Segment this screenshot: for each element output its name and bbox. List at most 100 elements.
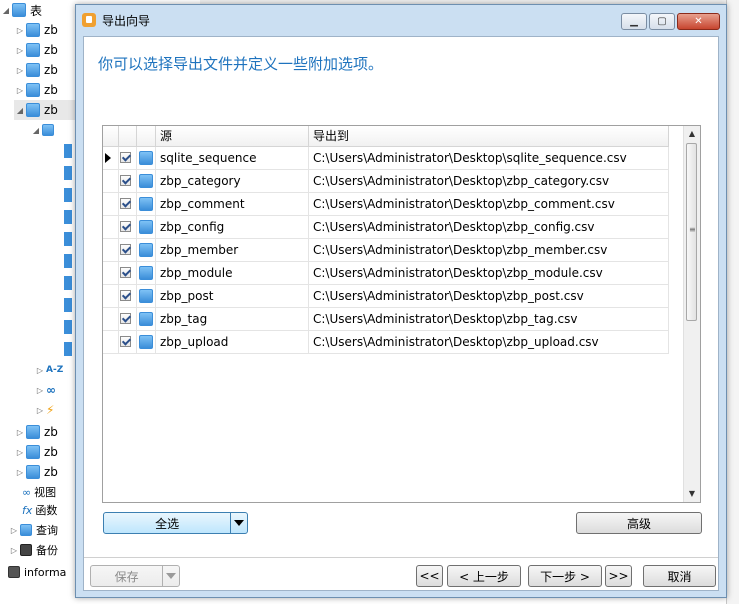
tree-queries-node[interactable]: ▷ 查询 [8,520,58,540]
expand-arrow-icon[interactable]: ▷ [14,86,26,95]
export-path-cell[interactable]: C:\Users\Administrator\Desktop\zbp_tag.c… [309,308,669,330]
expand-arrow-icon[interactable]: ▷ [14,428,26,437]
tree-columns-node[interactable]: ◢ [30,120,58,140]
expand-arrow-icon[interactable]: ▷ [34,366,46,375]
include-checkbox[interactable] [120,336,131,347]
include-checkbox[interactable] [120,313,131,324]
tree-information-node[interactable]: informa [8,562,66,582]
tree-table-item[interactable]: ▷ zb [14,40,58,60]
view-icon: ∞ [22,485,32,499]
tree-table-item[interactable]: ▷ zb [14,442,58,462]
include-checkbox[interactable] [120,152,131,163]
tree-table-item[interactable]: ▷ zb [14,60,58,80]
column-header-source[interactable]: 源 [156,126,309,146]
source-table-cell[interactable]: zbp_module [156,262,309,284]
previous-step-button[interactable]: < 上一步 [447,565,521,587]
include-checkbox[interactable] [120,290,131,301]
minimize-button[interactable]: ▁ [621,13,647,30]
tree-functions-node[interactable]: fx 函数 [22,500,57,520]
row-indicator-cell [103,285,119,307]
grid-header: 源 导出到 [103,126,669,147]
tree-foreign-key-node[interactable]: ▷ ∞ [34,380,56,400]
expand-arrow-icon[interactable]: ▷ [14,468,26,477]
tree-index-node[interactable]: ▷ A-Z [34,360,63,380]
export-path-cell[interactable]: C:\Users\Administrator\Desktop\zbp_modul… [309,262,669,284]
advanced-button[interactable]: 高级 [576,512,702,534]
source-table-cell[interactable]: sqlite_sequence [156,147,309,169]
source-table-cell[interactable]: zbp_comment [156,193,309,215]
source-table-cell[interactable]: zbp_post [156,285,309,307]
dialog-titlebar[interactable]: 导出向导 ▁ ▢ ✕ [76,5,726,35]
include-checkbox[interactable] [120,175,131,186]
scrollbar-thumb[interactable]: ≡ [686,143,697,321]
expand-arrow-icon[interactable]: ▷ [34,386,46,395]
tree-views-node[interactable]: ∞ 视图 [22,482,56,502]
source-table-cell[interactable]: zbp_member [156,239,309,261]
table-icon [139,197,153,211]
column-header-export-to[interactable]: 导出到 [309,126,669,146]
scroll-up-arrow-icon[interactable]: ▲ [684,126,700,142]
tree-backups-node[interactable]: ▷ 备份 [8,540,58,560]
include-checkbox[interactable] [120,267,131,278]
close-button[interactable]: ✕ [677,13,720,30]
cancel-button[interactable]: 取消 [643,565,716,587]
export-path-cell[interactable]: C:\Users\Administrator\Desktop\zbp_post.… [309,285,669,307]
collapse-arrow-icon[interactable]: ◢ [0,6,12,15]
scroll-down-arrow-icon[interactable]: ▼ [684,486,700,502]
select-all-split-button[interactable]: 全选 [103,512,248,534]
export-path-cell[interactable]: C:\Users\Administrator\Desktop\zbp_comme… [309,193,669,215]
table-row[interactable]: zbp_tag C:\Users\Administrator\Desktop\zb… [103,308,669,331]
maximize-icon: ▢ [657,16,667,27]
source-table-cell[interactable]: zbp_upload [156,331,309,353]
include-checkbox[interactable] [120,244,131,255]
expand-arrow-icon[interactable]: ▷ [8,546,20,555]
table-row[interactable]: zbp_category C:\Users\Administrator\Deskt… [103,170,669,193]
select-all-dropdown[interactable] [230,513,247,533]
maximize-button[interactable]: ▢ [649,13,675,30]
include-checkbox[interactable] [120,198,131,209]
source-table-cell[interactable]: zbp_category [156,170,309,192]
expand-arrow-icon[interactable]: ▷ [8,526,20,535]
table-row[interactable]: sqlite_sequence C:\Users\Administrator\De… [103,147,669,170]
save-button[interactable]: 保存 [91,568,162,585]
tree-table-item[interactable]: ▷ zb [14,20,58,40]
table-row[interactable]: zbp_post C:\Users\Administrator\Desktop\z… [103,285,669,308]
table-row[interactable]: zbp_config C:\Users\Administrator\Desktop… [103,216,669,239]
tree-trigger-node[interactable]: ▷ ⚡ [34,400,55,420]
source-table-cell[interactable]: zbp_config [156,216,309,238]
export-path-cell[interactable]: C:\Users\Administrator\Desktop\zbp_membe… [309,239,669,261]
column-icon [64,166,72,180]
tree-table-item[interactable]: ▷ zb [14,422,58,442]
export-path-cell[interactable]: C:\Users\Administrator\Desktop\zbp_confi… [309,216,669,238]
tree-table-item[interactable]: ▷ zb [14,462,58,482]
expand-arrow-icon[interactable]: ▷ [14,46,26,55]
next-step-button[interactable]: 下一步 > [528,565,602,587]
table-row[interactable]: zbp_member C:\Users\Administrator\Desktop… [103,239,669,262]
collapse-arrow-icon[interactable]: ◢ [30,126,42,135]
last-step-button[interactable]: >> [605,565,632,587]
first-step-button[interactable]: << [416,565,443,587]
table-icon [26,63,40,77]
export-path-cell[interactable]: C:\Users\Administrator\Desktop\sqlite_se… [309,147,669,169]
expand-arrow-icon[interactable]: ▷ [14,66,26,75]
expand-arrow-icon[interactable]: ▷ [14,26,26,35]
tree-node-tables[interactable]: ◢ 表 [0,0,42,20]
tree-table-item[interactable]: ▷ zb [14,80,58,100]
select-all-button[interactable]: 全选 [104,515,230,532]
expand-arrow-icon[interactable]: ▷ [14,448,26,457]
save-split-button[interactable]: 保存 [90,565,180,587]
collapse-arrow-icon[interactable]: ◢ [14,106,26,115]
export-path-cell[interactable]: C:\Users\Administrator\Desktop\zbp_categ… [309,170,669,192]
tree-table-item-selected[interactable]: ◢ zb [14,100,76,120]
include-checkbox[interactable] [120,221,131,232]
save-dropdown[interactable] [162,566,179,586]
table-row[interactable]: zbp_upload C:\Users\Administrator\Desktop… [103,331,669,354]
table-row[interactable]: zbp_comment C:\Users\Administrator\Deskto… [103,193,669,216]
export-file-grid: 源 导出到 sqlite_sequence C:\Users\Administra… [102,125,701,503]
expand-arrow-icon[interactable]: ▷ [34,406,46,415]
source-table-cell[interactable]: zbp_tag [156,308,309,330]
table-icon [139,220,153,234]
table-row[interactable]: zbp_module C:\Users\Administrator\Desktop… [103,262,669,285]
vertical-scrollbar[interactable]: ▲ ≡ ▼ [683,126,700,502]
export-path-cell[interactable]: C:\Users\Administrator\Desktop\zbp_uploa… [309,331,669,353]
